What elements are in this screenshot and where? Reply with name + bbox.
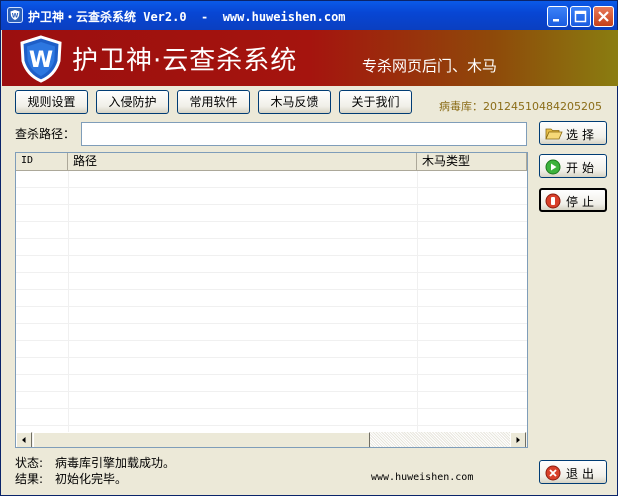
maximize-button[interactable] [570, 6, 591, 27]
intrusion-protection-button[interactable]: 入侵防护 [96, 90, 169, 114]
scrollbar-thumb[interactable] [33, 432, 370, 447]
table-row [16, 307, 527, 324]
exit-button-label: 退出 [566, 467, 599, 481]
maximize-icon [574, 10, 587, 23]
status-value: 病毒库引擎加载成功。 [55, 456, 176, 470]
svg-text:W: W [12, 13, 19, 20]
table-header: ID 路径 木马类型 [16, 153, 527, 171]
window-title: 护卫神・云查杀系统 Ver2.0 - www.huweishen.com [28, 10, 346, 24]
scroll-left-button[interactable] [16, 432, 32, 447]
scan-path-label: 查杀路径： [15, 127, 76, 141]
minimize-button[interactable] [547, 6, 568, 27]
start-button[interactable]: 开始 [539, 154, 607, 178]
column-divider [417, 171, 418, 433]
exit-button[interactable]: 退出 [539, 460, 607, 484]
results-table[interactable]: ID 路径 木马类型 [15, 152, 528, 448]
about-us-button[interactable]: 关于我们 [339, 90, 412, 114]
table-body [16, 171, 527, 432]
scrollbar-track[interactable] [370, 432, 510, 447]
shield-logo-icon: W [20, 35, 62, 83]
arrow-left-icon [22, 437, 26, 443]
play-icon [545, 159, 561, 175]
table-row [16, 239, 527, 256]
table-row [16, 392, 527, 409]
table-row [16, 222, 527, 239]
start-button-label: 开始 [566, 161, 599, 175]
banner-title: 护卫神·云查杀系统 [72, 46, 298, 76]
select-button-label: 选择 [566, 128, 599, 142]
column-header-path[interactable]: 路径 [68, 153, 417, 170]
banner-subtitle: 专杀网页后门、木马 [362, 57, 498, 75]
status-line: 状态: 病毒库引擎加载成功。 [15, 454, 175, 471]
minimize-icon [553, 19, 559, 22]
table-row [16, 273, 527, 290]
table-row [16, 188, 527, 205]
table-row [16, 171, 527, 188]
rules-settings-button[interactable]: 规则设置 [15, 90, 88, 114]
horizontal-scrollbar[interactable] [16, 432, 527, 447]
stop-icon [545, 193, 561, 209]
column-header-trojan-type[interactable]: 木马类型 [417, 153, 527, 170]
table-row [16, 409, 527, 426]
stop-button[interactable]: 停止 [539, 188, 607, 212]
table-row [16, 358, 527, 375]
app-shield-icon[interactable]: W [7, 7, 23, 23]
table-row [16, 205, 527, 222]
virus-db-value: 20124510484205205 [483, 100, 602, 113]
scan-path-input[interactable] [81, 122, 527, 146]
close-button[interactable] [593, 6, 614, 27]
close-icon [598, 11, 609, 22]
select-button[interactable]: 选择 [539, 121, 607, 145]
column-divider [68, 171, 69, 433]
close-circle-icon [545, 465, 561, 481]
common-software-button[interactable]: 常用软件 [177, 90, 250, 114]
virus-db-label: 病毒库： [439, 100, 483, 113]
table-row [16, 256, 527, 273]
main-window: W 护卫神・云查杀系统 Ver2.0 - www.huweishen.com W… [0, 0, 618, 496]
result-value: 初始化完毕。 [55, 472, 128, 486]
column-header-id[interactable]: ID [16, 153, 68, 170]
result-label: 结果: [15, 472, 44, 486]
title-bar[interactable]: W 护卫神・云查杀系统 Ver2.0 - www.huweishen.com [1, 1, 617, 30]
stop-button-label: 停止 [566, 195, 599, 209]
scroll-right-button[interactable] [510, 432, 526, 447]
svg-text:W: W [29, 48, 53, 73]
table-row [16, 341, 527, 358]
table-row [16, 324, 527, 341]
table-row [16, 290, 527, 307]
result-line: 结果: 初始化完毕。 [15, 470, 127, 487]
arrow-right-icon [516, 437, 520, 443]
table-row [16, 375, 527, 392]
folder-open-icon [545, 128, 563, 140]
trojan-feedback-button[interactable]: 木马反馈 [258, 90, 331, 114]
virus-db-version: 病毒库：20124510484205205 [439, 98, 602, 114]
footer-url[interactable]: www.huweishen.com [371, 472, 473, 483]
status-label: 状态: [15, 456, 44, 470]
header-banner: W 护卫神·云查杀系统 专杀网页后门、木马 [2, 30, 618, 86]
